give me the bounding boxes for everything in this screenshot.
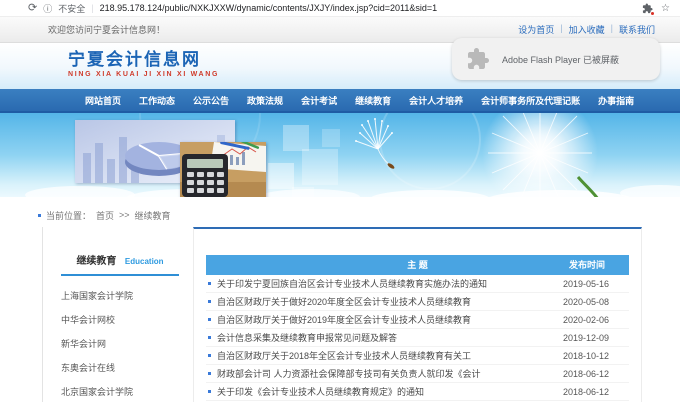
breadcrumb-current: 继续教育: [135, 209, 171, 222]
table-row: 自治区财政厅关于2018年全区会计专业技术人员继续教育有关工 2018-10-1…: [206, 347, 629, 365]
flash-blocked-text: Adobe Flash Player 已被屏蔽: [502, 53, 619, 66]
article-link[interactable]: 会计信息采集及继续教育申报常见问题及解答: [217, 331, 543, 344]
nav-item-service-guide[interactable]: 办事指南: [589, 94, 643, 107]
article-link[interactable]: 自治区财政厅关于做好2019年度全区会计专业技术人员继续教育: [217, 313, 543, 326]
publish-date: 2018-06-12: [543, 369, 629, 379]
welcome-text: 欢迎您访问宁夏会计信息网！: [48, 23, 165, 36]
nav-item-work-news[interactable]: 工作动态: [130, 94, 184, 107]
set-homepage-link[interactable]: 设为首页: [518, 23, 554, 36]
breadcrumb-home-link[interactable]: 首页: [96, 209, 114, 222]
nav-item-continuing-education[interactable]: 继续教育: [346, 94, 400, 107]
page-content: 当前位置： 首页 >> 继续教育 继续教育 Education 上海国家会计学院…: [0, 197, 680, 402]
plugin-blocked-icon[interactable]: [642, 3, 653, 14]
browser-window: ⟳ ⓘ 不安全 | 218.95.178.124/public/NXKJXXW/…: [0, 0, 680, 402]
bullet-icon: [208, 282, 211, 285]
breadcrumb: 当前位置： 首页 >> 继续教育: [38, 203, 680, 227]
article-link[interactable]: 自治区财政厅关于2018年全区会计专业技术人员继续教育有关工: [217, 349, 543, 362]
article-link[interactable]: 财政部会计司 人力资源社会保障部专技司有关负责人就印发《会计: [217, 367, 543, 380]
publish-date: 2020-02-06: [543, 315, 629, 325]
publish-date: 2020-05-08: [543, 297, 629, 307]
site-title: 宁夏会计信息网: [68, 50, 219, 70]
bullet-icon: [208, 372, 211, 375]
nav-item-firms-bookkeeping[interactable]: 会计师事务所及代理记账: [472, 94, 589, 107]
url-field[interactable]: 218.95.178.124/public/NXKJXXW/dynamic/co…: [100, 3, 636, 13]
sidebar-item-zhonghua-school[interactable]: 中华会计网校: [61, 308, 179, 332]
contact-us-link[interactable]: 联系我们: [619, 23, 655, 36]
sidebar-item-beijing-institute[interactable]: 北京国家会计学院: [61, 380, 179, 402]
sidebar-item-xinhua-net[interactable]: 新华会计网: [61, 332, 179, 356]
nav-item-announcements[interactable]: 公示公告: [184, 94, 238, 107]
table-row: 会计信息采集及继续教育申报常见问题及解答 2019-12-09: [206, 329, 629, 347]
breadcrumb-label: 当前位置：: [46, 209, 91, 222]
table-row: 关于印发宁夏回族自治区会计专业技术人员继续教育实施办法的通知 2019-05-1…: [206, 275, 629, 293]
sidebar: 继续教育 Education 上海国家会计学院 中华会计网校 新华会计网 东奥会…: [42, 227, 179, 402]
table-row: 关于印发《会计专业技术人员继续教育规定》的通知 2018-06-12: [206, 383, 629, 401]
address-bar: ⟳ ⓘ 不安全 | 218.95.178.124/public/NXKJXXW/…: [0, 0, 680, 16]
publish-date: 2018-10-12: [543, 351, 629, 361]
article-link[interactable]: 关于印发宁夏回族自治区会计专业技术人员继续教育实施办法的通知: [217, 277, 543, 290]
bullet-icon: [208, 390, 211, 393]
security-label[interactable]: 不安全: [58, 2, 85, 15]
banner: [0, 113, 680, 197]
publish-date: 2019-05-16: [543, 279, 629, 289]
breadcrumb-separator: >>: [119, 210, 130, 220]
nav-item-exams[interactable]: 会计考试: [292, 94, 346, 107]
calculator-photo-image: [180, 142, 266, 197]
article-list-panel: 主 题 发布时间 关于印发宁夏回族自治区会计专业技术人员继续教育实施办法的通知 …: [193, 227, 642, 402]
reload-icon[interactable]: ⟳: [28, 3, 37, 14]
bullet-icon: [208, 336, 211, 339]
sidebar-item-shanghai-institute[interactable]: 上海国家会计学院: [61, 284, 179, 308]
table-row: 自治区财政厅关于做好2020年度全区会计专业技术人员继续教育 2020-05-0…: [206, 293, 629, 311]
table-row: 自治区财政厅关于做好2019年度全区会计专业技术人员继续教育 2020-02-0…: [206, 311, 629, 329]
sidebar-title-en: Education: [125, 257, 164, 266]
table-row: 财政部会计司 人力资源社会保障部专技司有关负责人就印发《会计 2018-06-1…: [206, 365, 629, 383]
breadcrumb-bullet-icon: [38, 214, 41, 217]
site-header: 宁夏会计信息网 NING XIA KUAI JI XIN XI WANG Ado…: [0, 43, 680, 89]
nav-item-talent-training[interactable]: 会计人才培养: [400, 94, 472, 107]
top-links: 设为首页 | 加入收藏 | 联系我们: [518, 23, 655, 36]
link-separator: |: [611, 23, 613, 36]
article-link[interactable]: 关于印发《会计专业技术人员继续教育规定》的通知: [217, 385, 543, 398]
nav-item-policies[interactable]: 政策法规: [238, 94, 292, 107]
article-link[interactable]: 自治区财政厅关于做好2020年度全区会计专业技术人员继续教育: [217, 295, 543, 308]
sidebar-header: 继续教育 Education: [61, 251, 179, 276]
info-icon[interactable]: ⓘ: [43, 2, 52, 15]
date-column-header: 发布时间: [569, 255, 605, 275]
flash-blocked-notice[interactable]: Adobe Flash Player 已被屏蔽: [452, 38, 660, 80]
list-header: 主 题 发布时间: [206, 255, 629, 275]
nav-item-home[interactable]: 网站首页: [76, 94, 130, 107]
blocked-badge: [650, 11, 655, 16]
dandelion-graphic: [482, 113, 598, 197]
link-separator: |: [560, 23, 562, 36]
sidebar-title: 继续教育: [76, 256, 116, 267]
site-logo: 宁夏会计信息网 NING XIA KUAI JI XIN XI WANG: [68, 50, 219, 78]
bullet-icon: [208, 300, 211, 303]
puzzle-piece-icon: [466, 47, 490, 71]
sidebar-item-dongao-online[interactable]: 东奥会计在线: [61, 356, 179, 380]
main-nav: 网站首页 工作动态 公示公告 政策法规 会计考试 继续教育 会计人才培养 会计师…: [0, 89, 680, 113]
publish-date: 2019-12-09: [543, 333, 629, 343]
publish-date: 2018-06-12: [543, 387, 629, 397]
add-favorite-link[interactable]: 加入收藏: [569, 23, 605, 36]
bookmark-star-icon[interactable]: ☆: [661, 3, 670, 14]
bullet-icon: [208, 354, 211, 357]
bullet-icon: [208, 318, 211, 321]
address-separator: |: [91, 3, 93, 13]
site-subtitle: NING XIA KUAI JI XIN XI WANG: [68, 71, 219, 78]
subject-column-header: 主 题: [206, 255, 629, 275]
